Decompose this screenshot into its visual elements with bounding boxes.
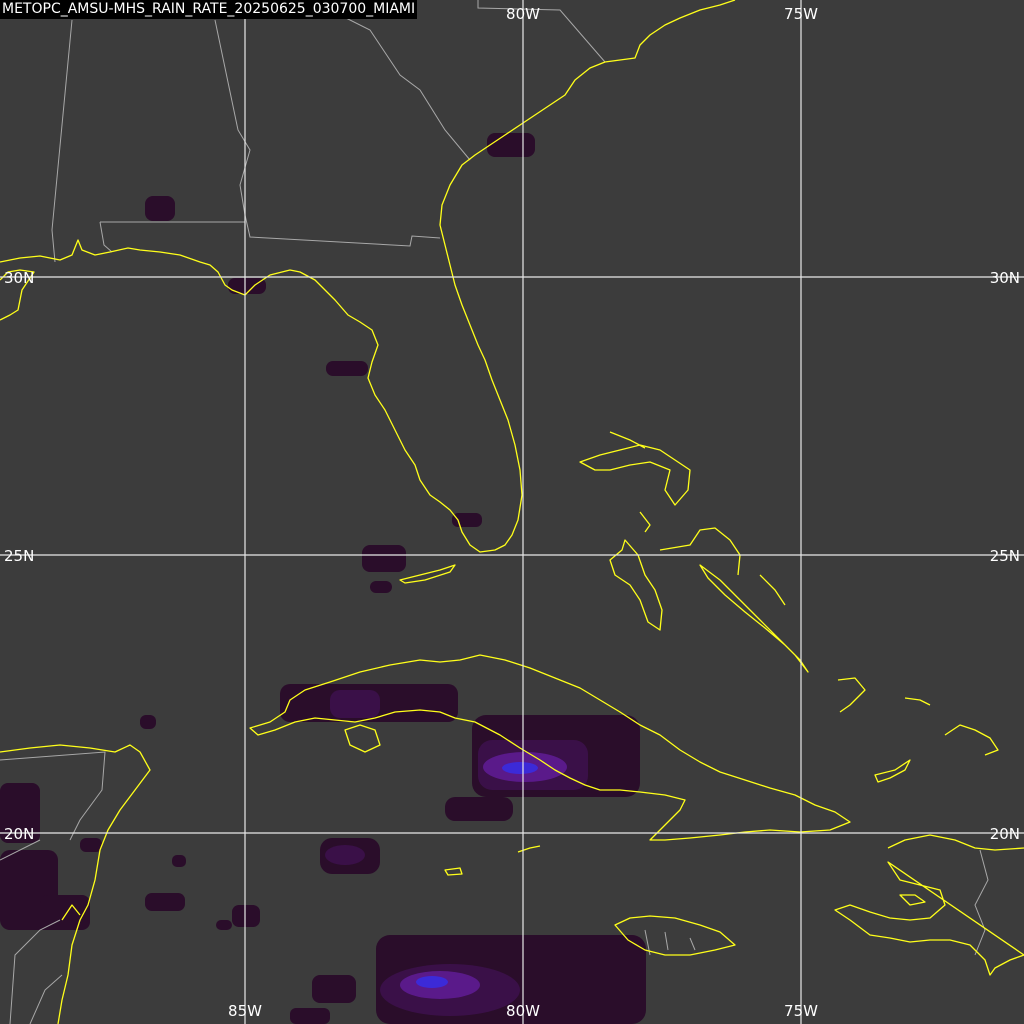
label-right-20n: 20N	[990, 825, 1020, 843]
label-bottom-75w: 75W	[784, 1002, 818, 1020]
rain-cell	[172, 855, 186, 867]
rain-cell	[487, 133, 535, 157]
label-right-25n: 25N	[990, 547, 1020, 565]
rain-cell-heavy	[416, 976, 448, 988]
rain-cell	[216, 920, 232, 930]
rain-cell	[312, 975, 356, 1003]
rain-cell	[140, 715, 156, 729]
rain-cell	[362, 545, 406, 572]
satellite-rain-rate-map[interactable]: 80W 75W 85W 80W 75W 30N 25N 20N 30N 25N …	[0, 0, 1024, 1024]
rain-cell	[330, 690, 380, 718]
label-bottom-80w: 80W	[506, 1002, 540, 1020]
label-left-25n: 25N	[4, 547, 34, 565]
label-top-75w: 75W	[784, 5, 818, 23]
rain-cell	[452, 513, 482, 527]
label-bottom-85w: 85W	[228, 1002, 262, 1020]
rain-cell	[80, 838, 102, 852]
rain-cell	[232, 905, 260, 927]
label-left-30n: 30N	[4, 269, 34, 287]
rain-cell	[445, 797, 513, 821]
rain-cell-heavy	[502, 762, 538, 774]
rain-cell	[370, 581, 392, 593]
rain-cell	[325, 845, 365, 865]
rain-cell	[290, 1008, 330, 1024]
rain-cell	[145, 196, 175, 221]
rain-cell	[228, 278, 266, 294]
product-title-overlay: METOPC_AMSU-MHS_RAIN_RATE_20250625_03070…	[0, 0, 418, 19]
label-right-30n: 30N	[990, 269, 1020, 287]
label-top-80w: 80W	[506, 5, 540, 23]
rain-cell	[145, 893, 185, 911]
label-left-20n: 20N	[4, 825, 34, 843]
rain-cell	[326, 361, 368, 376]
rain-cell	[40, 895, 90, 930]
